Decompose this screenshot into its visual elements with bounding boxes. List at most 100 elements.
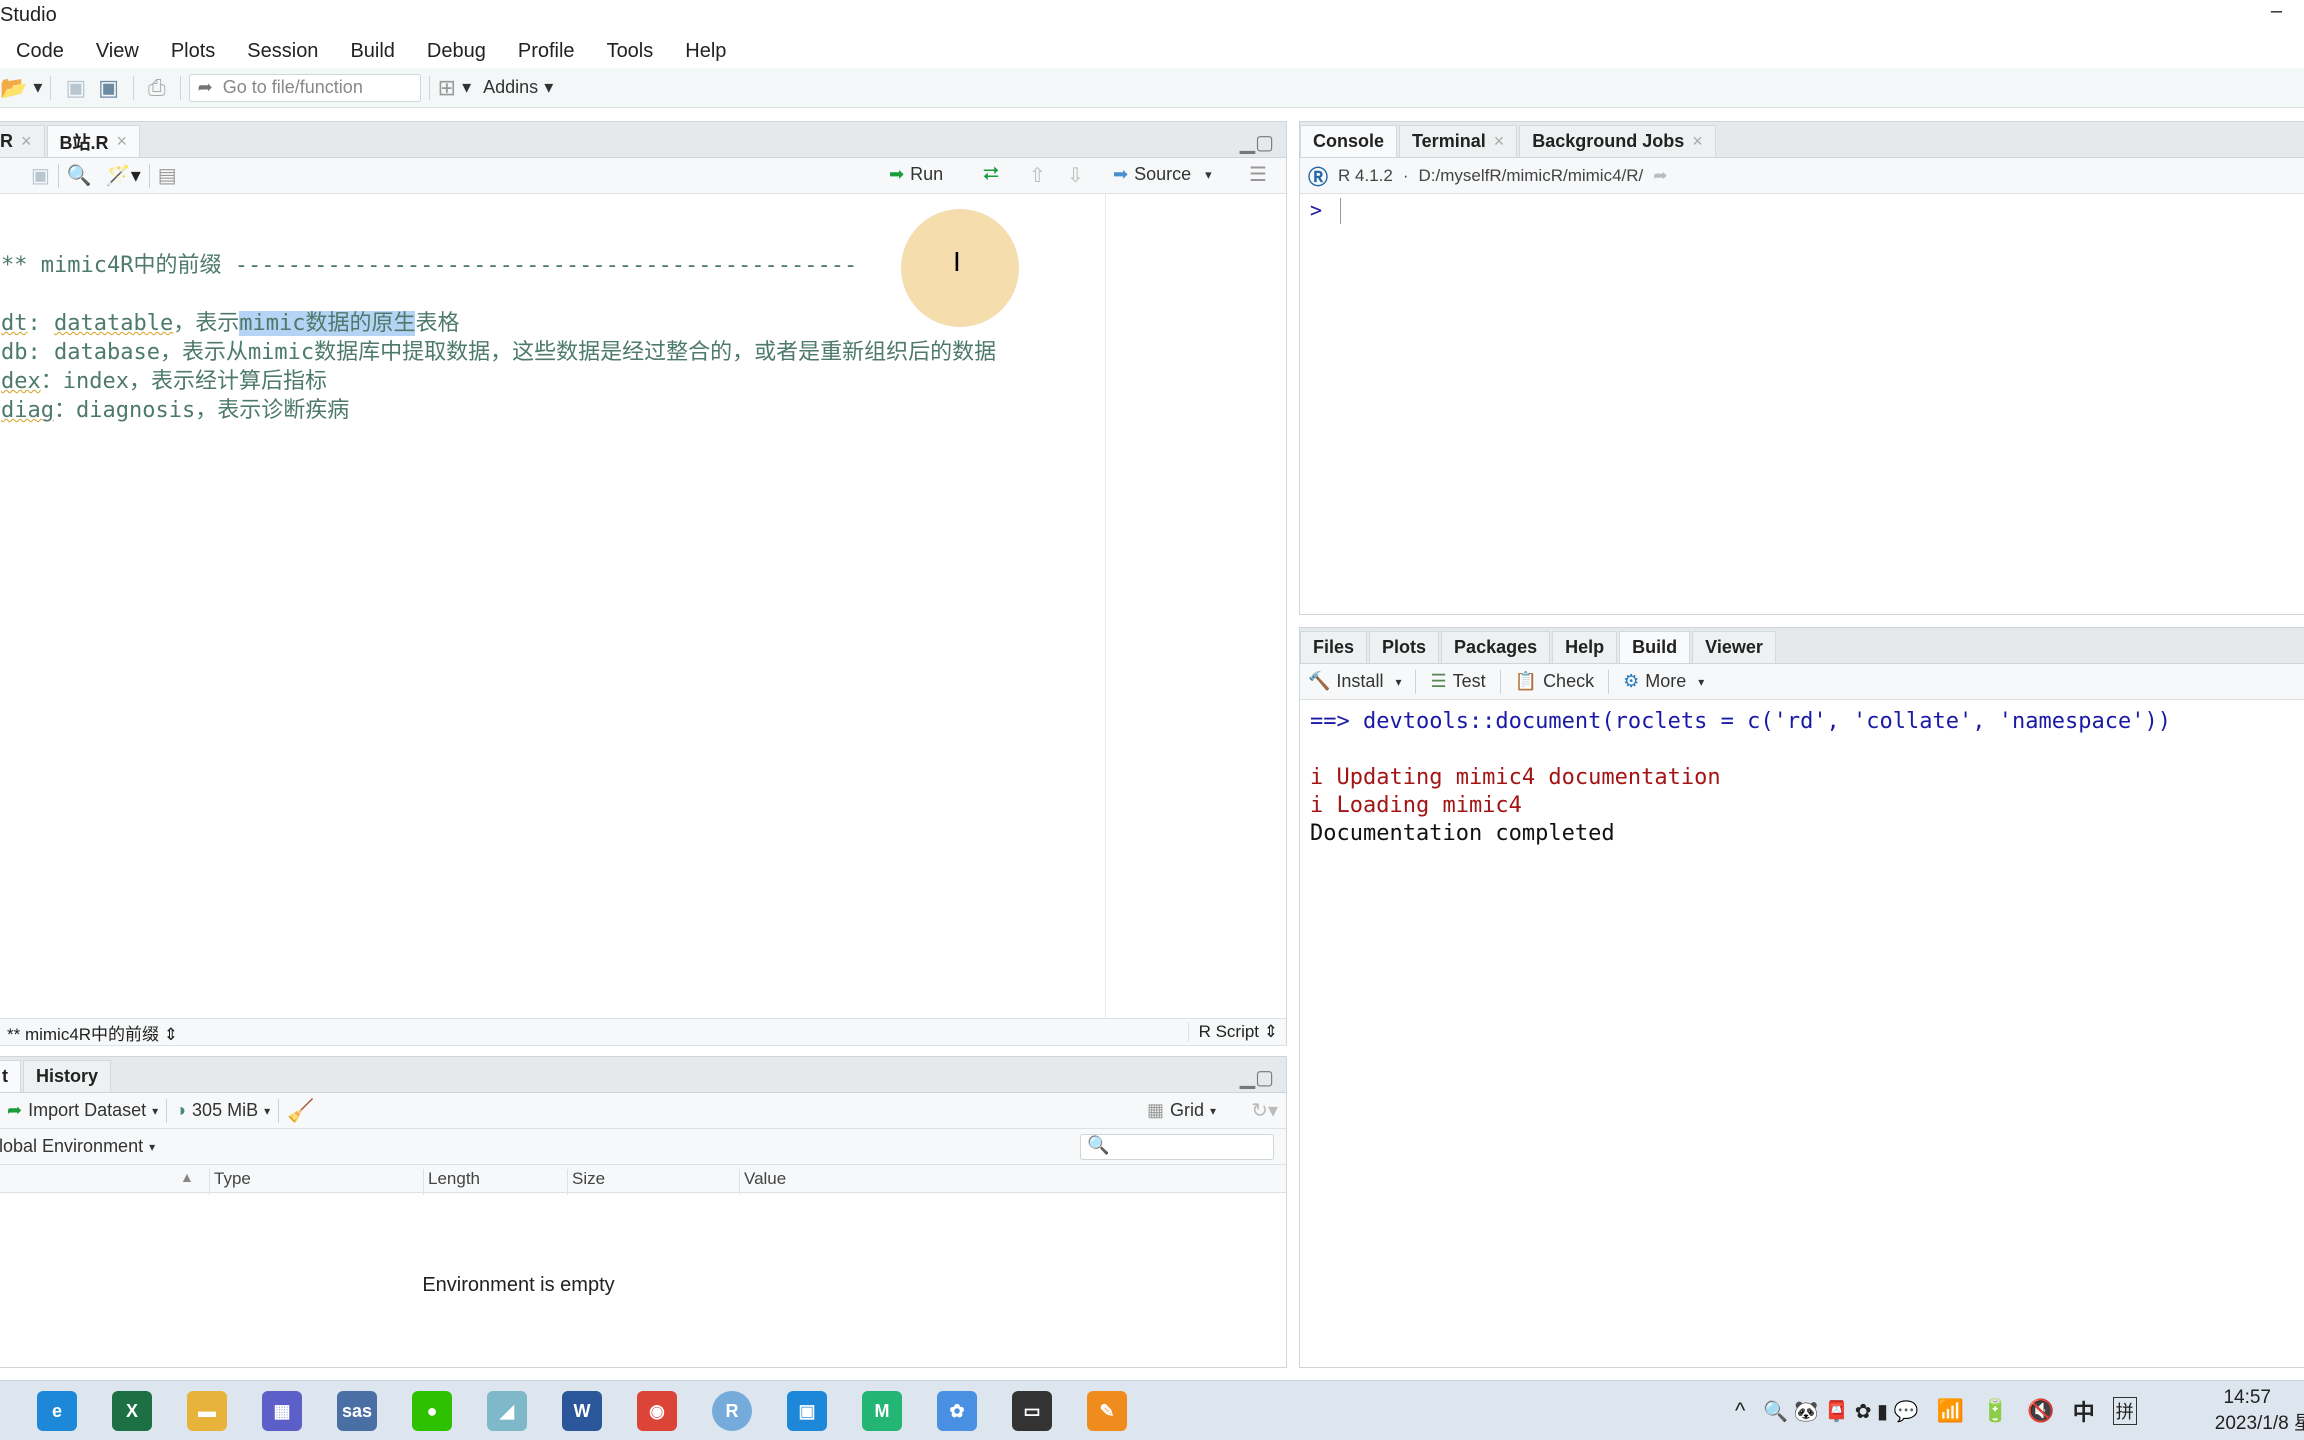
check-button[interactable]: 📋 Check (1515, 671, 1594, 692)
compile-report-icon[interactable]: ▤ (158, 163, 177, 188)
pdf-editor-app-icon[interactable]: ✎ (1087, 1391, 1127, 1431)
column-size[interactable]: Size (567, 1169, 605, 1195)
install-button[interactable]: 🔨 Install ▾ (1308, 671, 1401, 692)
editor-tab-bar: R × B站.R × ▁▢ (0, 122, 1286, 158)
code-lines[interactable]: ** mimic4R中的前缀 -------------------------… (1, 251, 996, 425)
tab-viewer[interactable]: Viewer (1692, 631, 1776, 663)
view-mode-button[interactable]: ▦ Grid ▾ (1147, 1100, 1216, 1121)
file-type-selector[interactable]: R Script ⇕ (1187, 1022, 1278, 1042)
battery-icon[interactable]: 🔋 (1982, 1398, 2009, 1424)
tab-b-r[interactable]: B站.R × (46, 125, 141, 157)
tab-build[interactable]: Build (1619, 631, 1691, 663)
baidu-netdisk-app-icon[interactable]: ✿ (937, 1391, 977, 1431)
excel-app-icon[interactable]: X (112, 1391, 152, 1431)
source-button[interactable]: ➡ Source ▾ (1113, 164, 1212, 185)
pane-minmax-icons[interactable]: ▁▢ (1240, 130, 1274, 155)
wifi-icon[interactable]: 📶 (1936, 1398, 1963, 1424)
pane-layout-button[interactable]: ⊞ ▾ (438, 75, 471, 101)
close-tab-icon[interactable]: × (1692, 131, 1703, 152)
go-to-directory-icon[interactable]: ➦ (1653, 166, 1667, 186)
app-orange-app-icon[interactable]: ▣ (787, 1391, 827, 1431)
clock[interactable]: 14:57 2023/1/8 星 (2193, 1385, 2304, 1437)
down-arrow-icon[interactable]: ⇩ (1067, 163, 1084, 188)
show-hidden-icons[interactable]: ^ (1735, 1398, 1745, 1424)
remote-desktop-app-icon[interactable]: ▭ (1012, 1391, 1052, 1431)
open-file-icon[interactable]: 📂 ▾ (0, 75, 42, 101)
wechat-app-icon[interactable]: ● (412, 1391, 452, 1431)
edge-app-icon[interactable]: e (37, 1391, 77, 1431)
column-value[interactable]: Value (739, 1169, 786, 1195)
file-explorer-app-icon[interactable]: ▬ (187, 1391, 227, 1431)
more-button[interactable]: ⚙ More ▾ (1623, 671, 1704, 692)
tray-app-icons[interactable]: 🔍 🐼 📮 ✿ ▮ 💬 (1763, 1399, 1918, 1424)
column-length[interactable]: Length (423, 1169, 480, 1195)
environment-search-input[interactable]: 🔍 (1080, 1134, 1274, 1160)
minimize-button[interactable]: – (2271, 0, 2282, 23)
save-all-icon[interactable]: ▣ (98, 75, 119, 101)
save-icon[interactable]: ▣ (65, 75, 86, 101)
menu-tools[interactable]: Tools (607, 40, 654, 63)
close-tab-icon[interactable]: × (117, 131, 128, 152)
pane-minmax-icons[interactable]: ▁▢ (1240, 1065, 1274, 1090)
outline-icon[interactable]: ☰ (1249, 162, 1267, 187)
tab-history[interactable]: History (23, 1060, 112, 1092)
test-button[interactable]: ☰ Test (1430, 671, 1485, 692)
sas-app-icon[interactable]: sas (337, 1391, 377, 1431)
tab-packages[interactable]: Packages (1441, 631, 1551, 663)
save-icon[interactable]: ▣ (31, 163, 50, 188)
tab-files[interactable]: Files (1300, 631, 1368, 663)
tab-t[interactable]: t (0, 1060, 21, 1092)
addins-button[interactable]: Addins ▾ (483, 77, 553, 98)
menu-debug[interactable]: Debug (427, 40, 486, 63)
section-label: ** mimic4R中的前缀 (7, 1024, 160, 1044)
word-app-icon[interactable]: W (562, 1391, 602, 1431)
calendar-app-icon[interactable]: ▦ (262, 1391, 302, 1431)
close-tab-icon[interactable]: × (21, 131, 32, 152)
rstudio-app-icon[interactable]: R (712, 1391, 752, 1431)
menu-help[interactable]: Help (685, 40, 726, 63)
menu-build[interactable]: Build (350, 40, 394, 63)
tab-terminal[interactable]: Terminal × (1399, 125, 1518, 157)
chrome-app-icon[interactable]: ◉ (637, 1391, 677, 1431)
tab-r[interactable]: R × (0, 125, 45, 157)
rerun-icon[interactable]: ⮂ (983, 163, 999, 186)
column-type[interactable]: Type (209, 1169, 251, 1195)
button-label: Check (1543, 671, 1595, 691)
working-directory[interactable]: D:/myselfR/mimicR/mimic4/R/ (1418, 166, 1643, 186)
up-arrow-icon[interactable]: ⇧ (1029, 163, 1046, 188)
section-navigator[interactable]: ** mimic4R中的前缀 ⇕ (7, 1020, 178, 1045)
print-icon[interactable]: ⎙ (148, 75, 166, 101)
source-icon: ➡ (1113, 164, 1129, 184)
ime-chinese-indicator[interactable]: 中 (2073, 1395, 2095, 1427)
find-icon[interactable]: 🔍 (67, 163, 92, 188)
console-output[interactable]: > (1300, 194, 2304, 614)
view-label: Grid (1169, 1100, 1204, 1120)
import-dataset-button[interactable]: ➦ Import Dataset ▾ (7, 1100, 158, 1121)
tab-plots[interactable]: Plots (1369, 631, 1440, 663)
menu-view[interactable]: View (96, 40, 139, 63)
ime-pinyin-indicator[interactable]: 拼 (2112, 1397, 2137, 1425)
go-to-file-input[interactable]: ➦ Go to file/function (188, 73, 421, 102)
sort-ascending-icon[interactable]: ▲ (180, 1169, 194, 1185)
memory-usage-button[interactable]: ◑ 305 MiB ▾ (175, 1100, 270, 1121)
code-tools-icon[interactable]: 🪄▾ (106, 163, 141, 188)
menu-profile[interactable]: Profile (518, 40, 575, 63)
run-button[interactable]: ➡ Run (889, 164, 943, 185)
menu-session[interactable]: Session (247, 40, 318, 63)
volume-muted-icon[interactable]: 🔇 (2027, 1398, 2054, 1424)
console-prompt: > (1310, 198, 1323, 222)
clear-broom-icon[interactable]: 🧹 (287, 1098, 314, 1124)
environment-toolbar: ➦ Import Dataset ▾ ◑ 305 MiB ▾ 🧹 ▦ Grid ▾ ↻▾ (0, 1093, 1286, 1129)
tab-background-jobs[interactable]: Background Jobs × (1519, 125, 1716, 157)
scope-selector[interactable]: lobal Environment ▾ (0, 1136, 155, 1157)
notes-app-icon[interactable]: ◢ (487, 1391, 527, 1431)
menu-plots[interactable]: Plots (171, 40, 215, 63)
xmind-app-icon[interactable]: M (862, 1391, 902, 1431)
code-editor[interactable]: ** mimic4R中的前缀 -------------------------… (0, 194, 1286, 1018)
tab-help[interactable]: Help (1552, 631, 1618, 663)
refresh-icon[interactable]: ↻▾ (1251, 1098, 1278, 1123)
close-tab-icon[interactable]: × (1494, 131, 1505, 152)
menu-code[interactable]: Code (16, 40, 64, 63)
tab-console[interactable]: Console (1300, 125, 1398, 157)
hammer-icon: 🔨 (1308, 671, 1331, 691)
